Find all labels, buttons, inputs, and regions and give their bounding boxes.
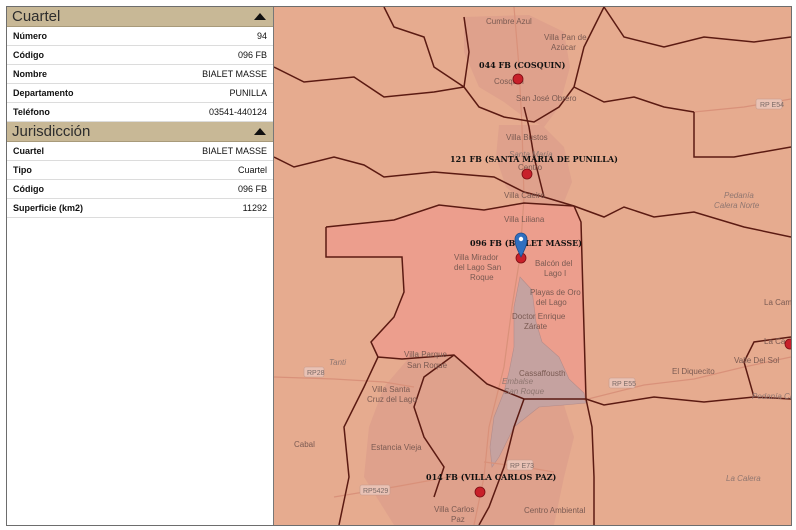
region-label: Pedanía [724, 191, 754, 200]
cuartel-section-header[interactable]: Cuartel [7, 7, 273, 27]
place-label: del Lago [536, 298, 567, 307]
place-label: Paz [451, 515, 465, 524]
place-label: del Lago San [454, 263, 501, 272]
field-value: BIALET MASSE [202, 69, 267, 79]
place-label: Villa Mirador [454, 253, 499, 262]
table-row: Departamento PUNILLA [7, 84, 273, 103]
place-label: San José Obrero [516, 94, 577, 103]
cuartel-table: Número 94 Código 096 FB Nombre BIALET MASSE… [7, 27, 273, 122]
field-value: Cuartel [237, 165, 267, 175]
field-value: PUNILLA [229, 88, 267, 98]
quarter-marker[interactable] [474, 486, 486, 498]
region-label: La Calera [726, 474, 761, 483]
field-value: 94 [256, 31, 267, 41]
place-label: Balcón del [535, 259, 573, 268]
field-label: Cuartel [13, 146, 45, 156]
field-label: Departamento [13, 88, 74, 98]
field-label: Tipo [13, 165, 32, 175]
table-row: Número 94 [7, 27, 273, 46]
place-label: San Roque [407, 361, 448, 370]
place-label: La Campi [764, 298, 791, 307]
place-label: Estancia Vieja [371, 443, 422, 452]
table-row: Cuartel BIALET MASSE [7, 142, 273, 161]
collapse-triangle-icon[interactable] [254, 128, 266, 135]
collapse-triangle-icon[interactable] [254, 13, 266, 20]
place-label: Azúcar [551, 43, 576, 52]
place-label: Zárate [524, 322, 548, 331]
region-label: Pedanía Calera [752, 392, 791, 401]
lake-label: Embalse [502, 377, 534, 386]
place-label: Tanti [329, 358, 346, 367]
place-label: Villa Pan de [544, 33, 587, 42]
place-label: Cabal [294, 440, 315, 449]
place-label: Villa Caeiro [504, 191, 545, 200]
map-canvas[interactable]: Cumbre Azul Villa Pan de Azúcar Cosquín … [274, 7, 791, 525]
cuartel-section-title: Cuartel [12, 8, 61, 25]
table-row: Nombre BIALET MASSE [7, 65, 273, 84]
jurisdiccion-section-header[interactable]: Jurisdicción [7, 122, 273, 142]
field-value: 096 FB [237, 50, 267, 60]
table-row: Superficie (km2) 11292 [7, 199, 273, 218]
place-label: Cruz del Lago [367, 395, 417, 404]
road-badge-label: RP E54 [760, 102, 784, 109]
place-label: La Ca [764, 337, 786, 346]
info-panel: Cuartel Número 94 Código 096 FB Nombre BIAL… [7, 7, 274, 525]
field-value: 11292 [242, 203, 267, 213]
jurisdiccion-table: Cuartel BIALET MASSE Tipo Cuartel Código 09… [7, 142, 273, 218]
app-frame: Cuartel Número 94 Código 096 FB Nombre BIAL… [6, 6, 792, 526]
road-badge: RP E55 [608, 377, 636, 389]
quarter-label: 121 FB (SANTA MARIA DE PUNILLA) [450, 154, 618, 164]
table-row: Código 096 FB [7, 46, 273, 65]
field-value: 096 FB [237, 184, 267, 194]
place-label: El Diquecito [672, 367, 715, 376]
field-label: Código [13, 50, 44, 60]
road-badge: RP28 [303, 366, 325, 378]
field-label: Nombre [13, 69, 48, 79]
place-label: Playas de Oro [530, 288, 581, 297]
field-value: BIALET MASSE [202, 146, 267, 156]
field-value: 03541-440124 [208, 107, 267, 117]
road-badge-label: RP28 [307, 370, 325, 377]
place-label: Centro Ambiental [524, 506, 586, 515]
jurisdiccion-section-title: Jurisdicción [12, 123, 91, 140]
place-label: Roque [470, 273, 494, 282]
place-label: Villa Carlos [434, 505, 474, 514]
table-row: Teléfono 03541-440124 [7, 103, 273, 122]
quarter-label: 044 FB (COSQUIN) [479, 60, 566, 70]
place-label: Lago I [544, 269, 566, 278]
road-badge-label: RP E73 [510, 463, 534, 470]
place-label: Valle Del Sol [734, 356, 779, 365]
place-label: Villa Santa [372, 385, 411, 394]
quarter-marker[interactable] [521, 168, 533, 180]
field-label: Código [13, 184, 44, 194]
road-badge: RP E54 [755, 98, 784, 110]
quarter-marker[interactable] [512, 73, 524, 85]
quarter-label: 014 FB (VILLA CARLOS PAZ) [426, 472, 557, 482]
place-label: Villa Liliana [504, 215, 545, 224]
field-label: Número [13, 31, 48, 41]
road-badge: RP5429 [359, 484, 391, 496]
place-label: Doctor Enrique [512, 312, 566, 321]
lake-label: San Roque [504, 387, 545, 396]
field-label: Superficie (km2) [13, 203, 84, 213]
road-badge-label: RP5429 [363, 488, 388, 495]
place-label: Villa Parque [404, 350, 448, 359]
road-badge: RP E73 [506, 459, 534, 471]
place-label: Cumbre Azul [486, 17, 532, 26]
quarter-marker[interactable] [784, 338, 791, 350]
table-row: Tipo Cuartel [7, 161, 273, 180]
table-row: Código 096 FB [7, 180, 273, 199]
place-label: Villa Bustos [506, 133, 548, 142]
map-view[interactable]: Cumbre Azul Villa Pan de Azúcar Cosquín … [274, 7, 791, 525]
field-label: Teléfono [13, 107, 50, 117]
region-label: Calera Norte [714, 201, 760, 210]
road-badge-label: RP E55 [612, 381, 636, 388]
